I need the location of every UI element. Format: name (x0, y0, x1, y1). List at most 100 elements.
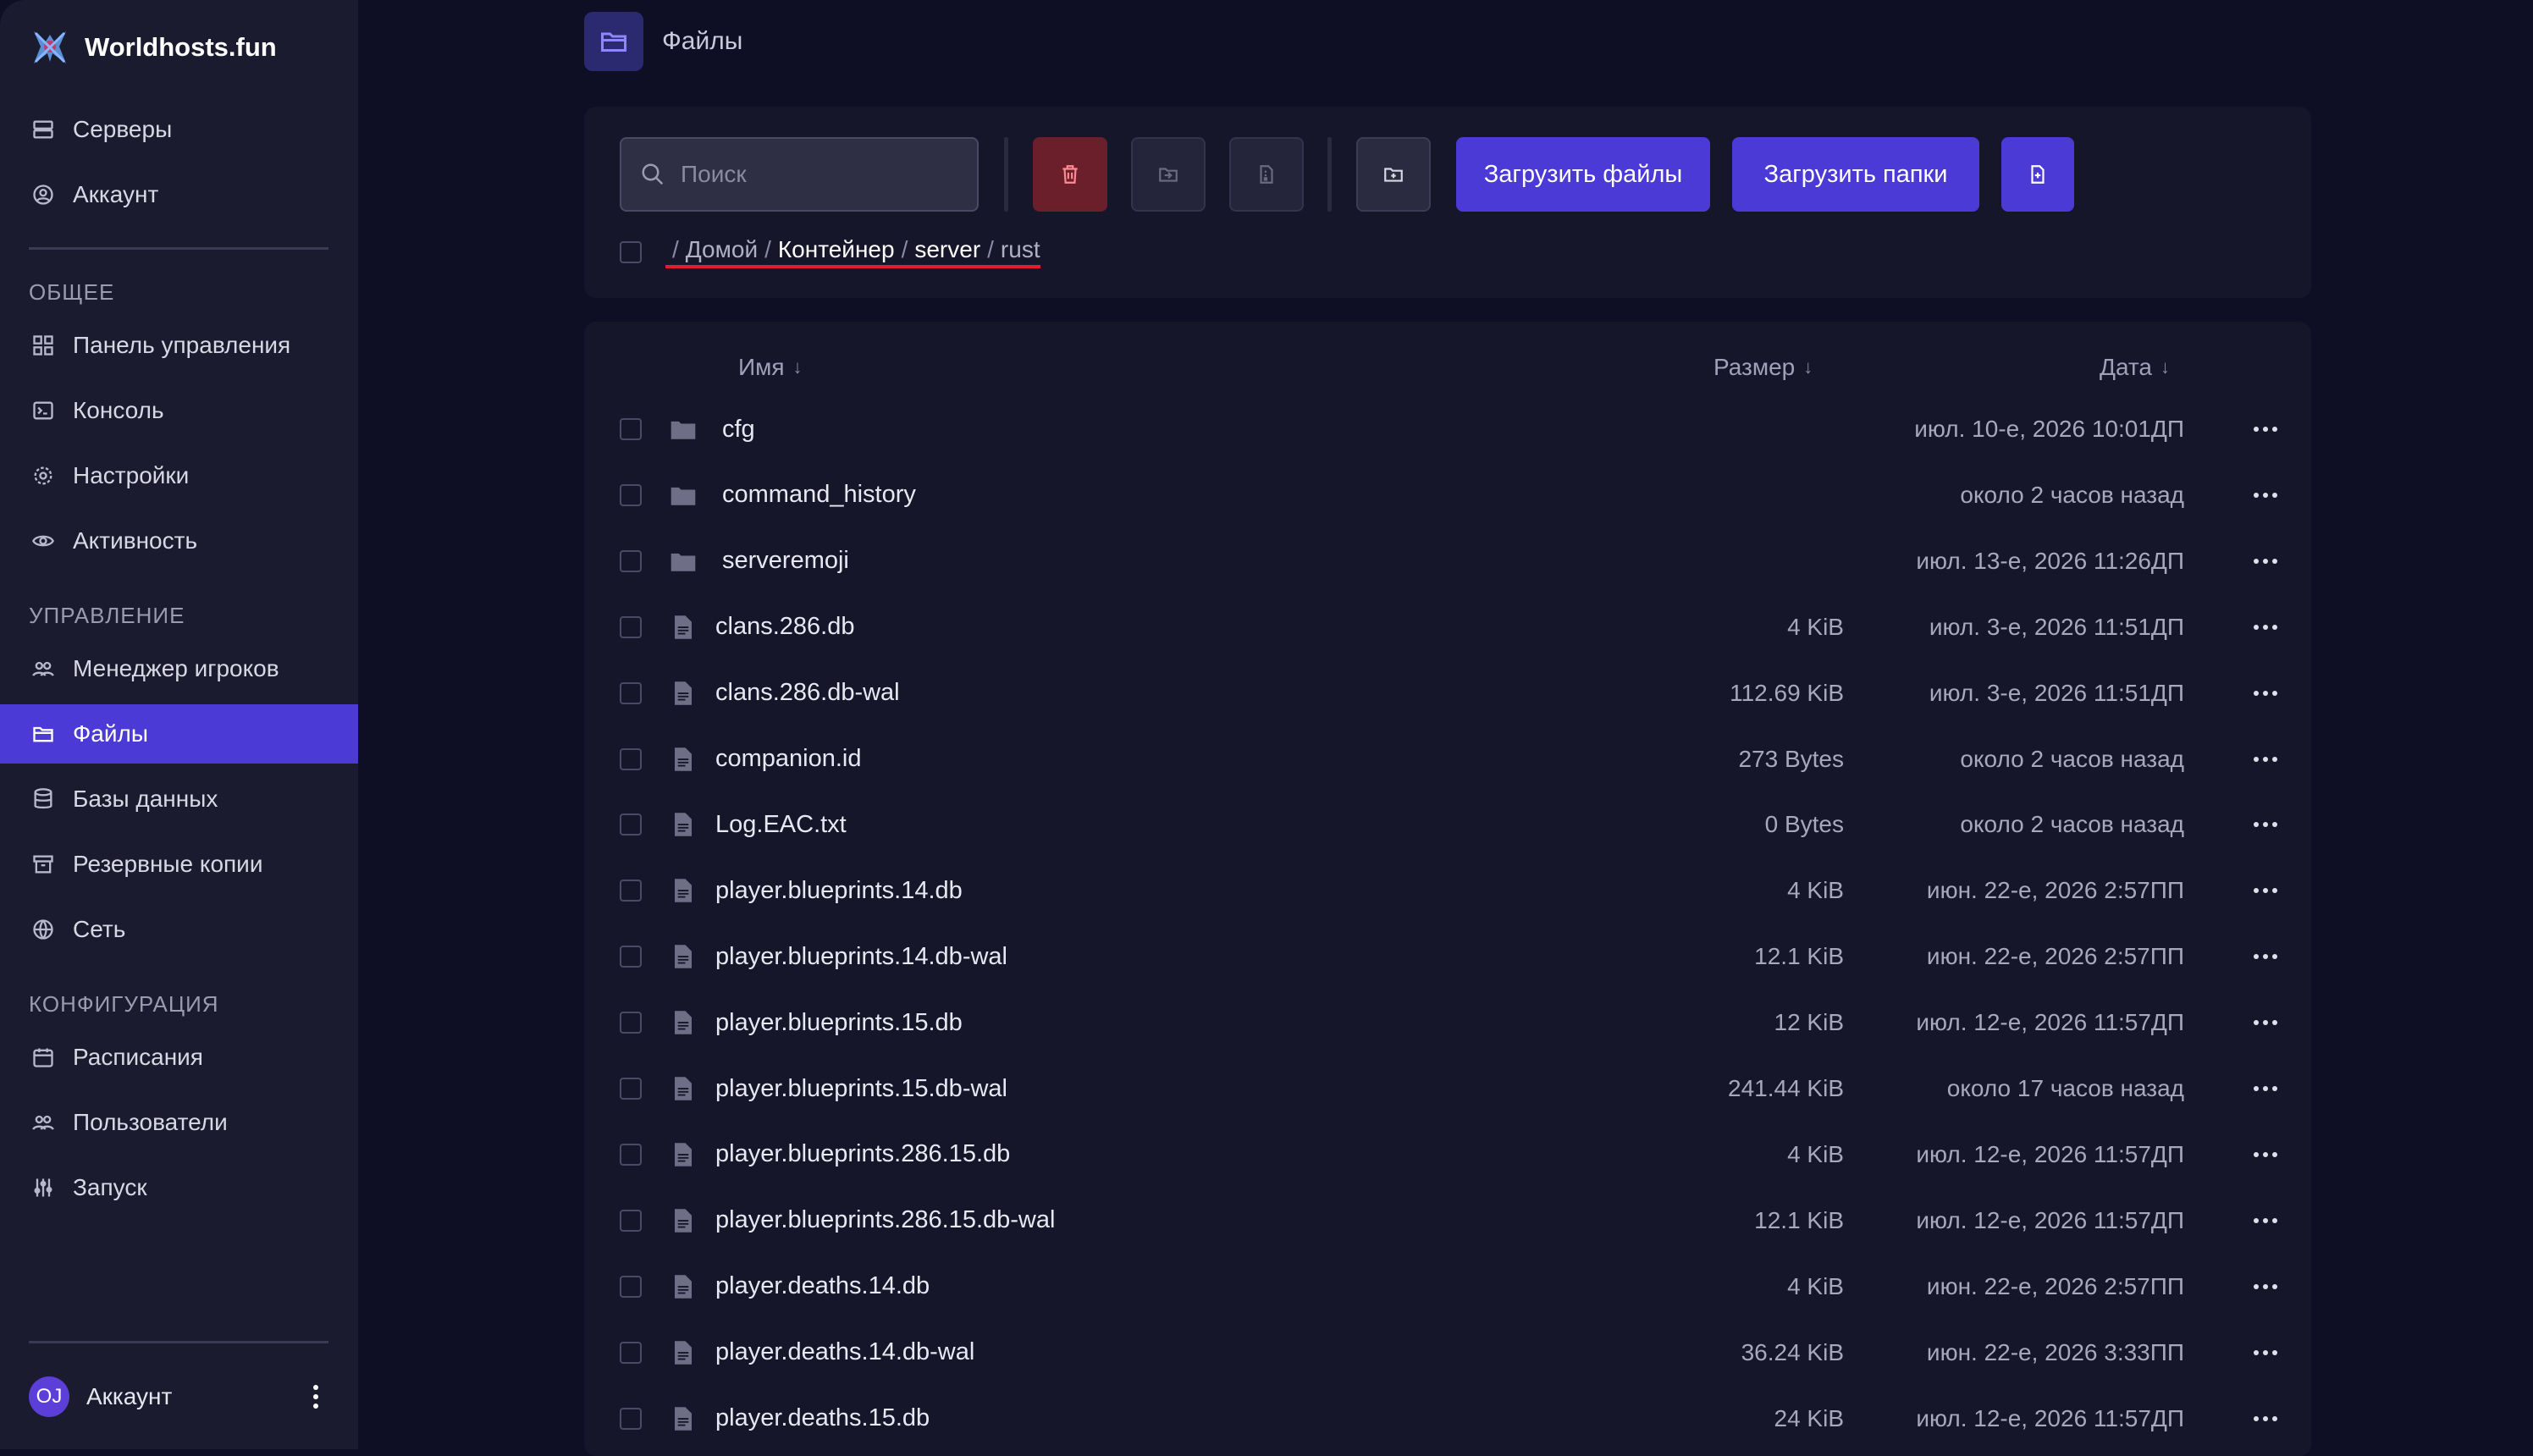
breadcrumb-server[interactable]: server (914, 236, 980, 263)
more-horizontal-icon[interactable] (2254, 421, 2277, 438)
account-menu[interactable]: OJ Аккаунт (29, 1375, 328, 1419)
sidebar-item-network[interactable]: Сеть (0, 900, 358, 959)
file-row[interactable]: player.blueprints.14.db-wal 12.1 KiB июн. … (584, 924, 2311, 990)
file-date: около 17 часов назад (1946, 1075, 2184, 1101)
file-name[interactable]: player.deaths.14.db-wal (715, 1338, 974, 1366)
file-name[interactable]: serveremoji (722, 547, 849, 575)
sidebar-item-console[interactable]: Консоль (0, 381, 358, 440)
more-horizontal-icon[interactable] (2254, 619, 2277, 636)
breadcrumb-container[interactable]: Контейнер (778, 236, 895, 263)
more-horizontal-icon[interactable] (2254, 1080, 2277, 1097)
more-horizontal-icon[interactable] (2254, 816, 2277, 833)
more-horizontal-icon[interactable] (2254, 487, 2277, 504)
file-row[interactable]: Log.EAC.txt 0 Bytes около 2 часов назад (584, 791, 2311, 858)
delete-button[interactable] (1033, 137, 1107, 212)
more-horizontal-icon[interactable] (2254, 948, 2277, 965)
more-horizontal-icon[interactable] (2254, 1410, 2277, 1427)
column-name[interactable]: Имя ↓ (738, 354, 803, 381)
new-folder-button[interactable] (1356, 137, 1431, 212)
file-name[interactable]: player.deaths.14.db (715, 1272, 930, 1300)
file-row[interactable]: player.blueprints.286.15.db-wal 12.1 KiB и… (584, 1188, 2311, 1254)
sidebar-item-players[interactable]: Менеджер игроков (0, 639, 358, 698)
file-name[interactable]: clans.286.db-wal (715, 679, 900, 707)
file-name[interactable]: player.deaths.15.db (715, 1404, 930, 1432)
upload-folders-button[interactable]: Загрузить папки (1732, 137, 1979, 212)
row-checkbox[interactable] (620, 813, 642, 836)
file-row[interactable]: player.blueprints.14.db 4 KiB июн. 22-е, 2… (584, 858, 2311, 924)
sidebar-item-databases[interactable]: Базы данных (0, 769, 358, 829)
breadcrumb-home[interactable]: Домой (686, 236, 758, 263)
file-name[interactable]: player.blueprints.286.15.db-wal (715, 1206, 1055, 1234)
sidebar-item-backups[interactable]: Резервные копии (0, 835, 358, 894)
row-checkbox[interactable] (620, 1078, 642, 1100)
file-row[interactable]: player.deaths.15.db 24 KiB июл. 12-е, 2026… (584, 1386, 2311, 1452)
sidebar-item-users[interactable]: Пользователи (0, 1093, 358, 1152)
row-checkbox[interactable] (620, 615, 642, 638)
folder-row[interactable]: serveremoji июл. 13-е, 2026 11:26ДП (584, 528, 2311, 594)
row-checkbox[interactable] (620, 1143, 642, 1166)
page-title: Файлы (662, 27, 743, 55)
file-row[interactable]: player.blueprints.15.db-wal 241.44 KiB око… (584, 1056, 2311, 1122)
more-horizontal-icon[interactable] (2254, 553, 2277, 570)
more-horizontal-icon[interactable] (2254, 1212, 2277, 1229)
file-name[interactable]: player.blueprints.286.15.db (715, 1140, 1010, 1168)
file-name[interactable]: cfg (722, 416, 755, 444)
file-row[interactable]: player.deaths.14.db-wal 36.24 KiB июн. 22-… (584, 1320, 2311, 1386)
row-checkbox[interactable] (620, 946, 642, 968)
row-checkbox[interactable] (620, 747, 642, 770)
row-checkbox[interactable] (620, 1209, 642, 1232)
new-file-button[interactable] (2001, 137, 2074, 212)
archive-button[interactable] (1229, 137, 1304, 212)
row-checkbox[interactable] (620, 418, 642, 440)
folder-row[interactable]: cfg июл. 10-е, 2026 10:01ДП (584, 396, 2311, 462)
sidebar-item-settings[interactable]: Настройки (0, 446, 358, 505)
file-name[interactable]: Log.EAC.txt (715, 811, 847, 839)
more-horizontal-icon[interactable] (2254, 1014, 2277, 1031)
row-checkbox[interactable] (620, 1012, 642, 1034)
folder-row[interactable]: command_history около 2 часов назад (584, 462, 2311, 528)
file-row[interactable]: clans.286.db-wal 112.69 KiB июл. 3-е, 2026… (584, 660, 2311, 726)
more-horizontal-icon[interactable] (2254, 751, 2277, 768)
file-row[interactable]: clans.286.db 4 KiB июл. 3-е, 2026 11:51ДП (584, 594, 2311, 660)
row-checkbox[interactable] (620, 549, 642, 572)
file-name[interactable]: companion.id (715, 745, 862, 773)
row-checkbox[interactable] (620, 1275, 642, 1298)
search-input[interactable] (679, 160, 962, 189)
more-horizontal-icon[interactable] (2254, 1278, 2277, 1295)
file-name[interactable]: command_history (722, 481, 916, 509)
brand[interactable]: Worldhosts.fun (27, 25, 277, 69)
more-horizontal-icon[interactable] (2254, 685, 2277, 702)
column-size[interactable]: Размер ↓ (1714, 354, 1813, 381)
sidebar-item-activity[interactable]: Активность (0, 511, 358, 571)
file-row[interactable]: player.blueprints.15.db 12 KiB июл. 12-е, … (584, 990, 2311, 1056)
sidebar-item-servers[interactable]: Серверы (0, 100, 358, 159)
file-name[interactable]: clans.286.db (715, 613, 854, 641)
select-all-checkbox[interactable] (620, 241, 642, 263)
more-vertical-icon[interactable] (303, 1380, 328, 1414)
upload-files-button[interactable]: Загрузить файлы (1456, 137, 1710, 212)
file-name[interactable]: player.blueprints.14.db-wal (715, 943, 1007, 971)
file-row[interactable]: companion.id 273 Bytes около 2 часов назад (584, 726, 2311, 792)
sidebar-item-files[interactable]: Файлы (0, 704, 358, 764)
row-checkbox[interactable] (620, 681, 642, 704)
move-button[interactable] (1131, 137, 1206, 212)
row-checkbox[interactable] (620, 880, 642, 902)
more-horizontal-icon[interactable] (2254, 1344, 2277, 1361)
row-checkbox[interactable] (620, 1341, 642, 1364)
file-name[interactable]: player.blueprints.14.db (715, 877, 963, 905)
file-date: июл. 12-е, 2026 11:57ДП (1916, 1404, 2184, 1431)
row-checkbox[interactable] (620, 483, 642, 506)
more-horizontal-icon[interactable] (2254, 882, 2277, 899)
file-name[interactable]: player.blueprints.15.db (715, 1009, 963, 1037)
sidebar-item-schedules[interactable]: Расписания (0, 1028, 358, 1087)
row-checkbox[interactable] (620, 1407, 642, 1430)
sidebar-item-dashboard[interactable]: Панель управления (0, 316, 358, 375)
sidebar-item-account[interactable]: Аккаунт (0, 165, 358, 224)
file-name[interactable]: player.blueprints.15.db-wal (715, 1075, 1007, 1103)
file-row[interactable]: player.blueprints.286.15.db 4 KiB июл. 12-… (584, 1122, 2311, 1188)
sidebar-item-startup[interactable]: Запуск (0, 1158, 358, 1217)
column-date[interactable]: Дата ↓ (2100, 354, 2170, 381)
file-row[interactable]: player.deaths.14.db 4 KiB июн. 22-е, 2026 … (584, 1254, 2311, 1320)
file-date: июл. 10-е, 2026 10:01ДП (1914, 416, 2184, 442)
more-horizontal-icon[interactable] (2254, 1146, 2277, 1163)
